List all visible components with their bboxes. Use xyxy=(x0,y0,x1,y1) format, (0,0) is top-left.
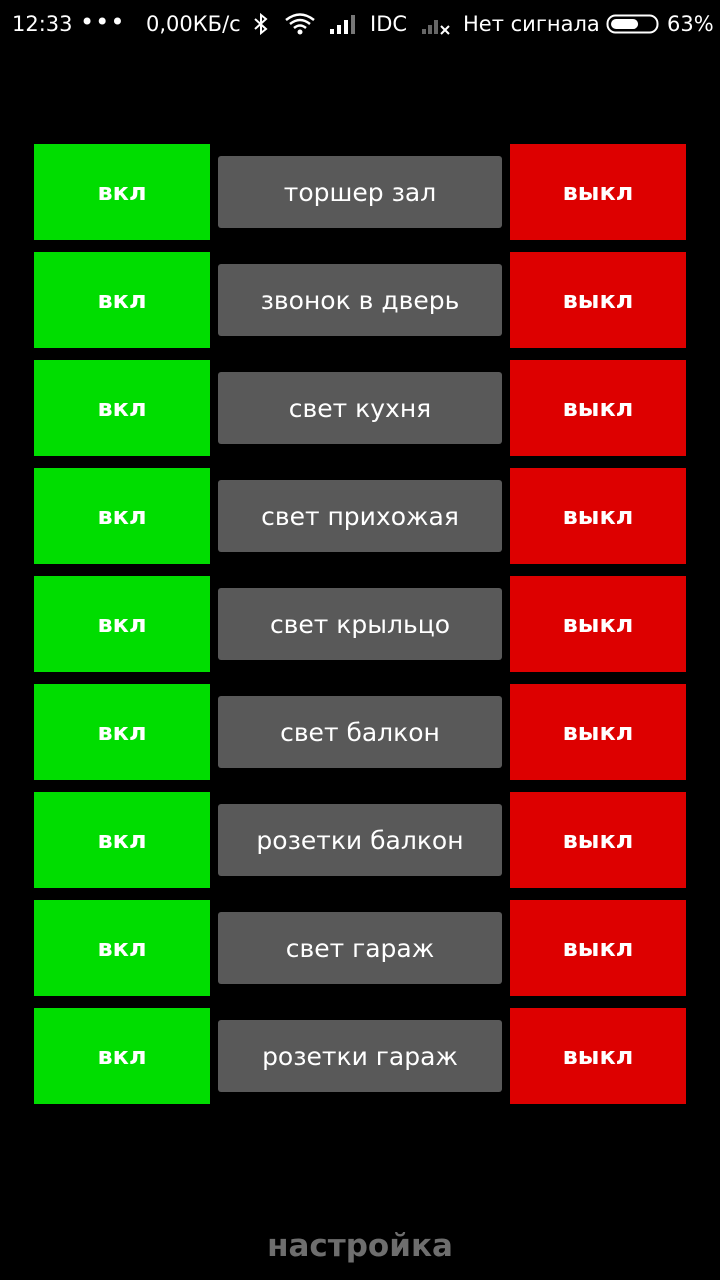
on-button[interactable]: вкл xyxy=(34,1008,210,1104)
on-button[interactable]: вкл xyxy=(34,900,210,996)
device-label: свет прихожая xyxy=(218,480,502,552)
on-button[interactable]: вкл xyxy=(34,684,210,780)
on-button[interactable]: вкл xyxy=(34,576,210,672)
device-label: свет балкон xyxy=(218,696,502,768)
device-label: свет крыльцо xyxy=(218,588,502,660)
control-row: вкл свет кухня выкл xyxy=(34,360,686,456)
control-row: вкл звонок в дверь выкл xyxy=(34,252,686,348)
device-label: звонок в дверь xyxy=(218,264,502,336)
control-row: вкл розетки гараж выкл xyxy=(34,1008,686,1104)
control-row: вкл свет крыльцо выкл xyxy=(34,576,686,672)
device-label: свет кухня xyxy=(218,372,502,444)
off-button[interactable]: выкл xyxy=(510,792,686,888)
control-row: вкл торшер зал выкл xyxy=(34,144,686,240)
on-button[interactable]: вкл xyxy=(34,252,210,348)
on-button[interactable]: вкл xyxy=(34,468,210,564)
off-button[interactable]: выкл xyxy=(510,468,686,564)
on-button[interactable]: вкл xyxy=(34,144,210,240)
off-button[interactable]: выкл xyxy=(510,144,686,240)
off-button[interactable]: выкл xyxy=(510,360,686,456)
device-controls: вкл торшер зал выкл вкл звонок в дверь выкл вк… xyxy=(0,0,720,1280)
control-row: вкл розетки балкон выкл xyxy=(34,792,686,888)
device-label: розетки гараж xyxy=(218,1020,502,1092)
control-row: вкл свет гараж выкл xyxy=(34,900,686,996)
off-button[interactable]: выкл xyxy=(510,576,686,672)
on-button[interactable]: вкл xyxy=(34,360,210,456)
on-button[interactable]: вкл xyxy=(34,792,210,888)
off-button[interactable]: выкл xyxy=(510,900,686,996)
off-button[interactable]: выкл xyxy=(510,1008,686,1104)
device-label: свет гараж xyxy=(218,912,502,984)
control-row: вкл свет прихожая выкл xyxy=(34,468,686,564)
settings-button[interactable]: настройка xyxy=(0,1228,720,1264)
off-button[interactable]: выкл xyxy=(510,684,686,780)
device-label: торшер зал xyxy=(218,156,502,228)
off-button[interactable]: выкл xyxy=(510,252,686,348)
device-label: розетки балкон xyxy=(218,804,502,876)
control-row: вкл свет балкон выкл xyxy=(34,684,686,780)
